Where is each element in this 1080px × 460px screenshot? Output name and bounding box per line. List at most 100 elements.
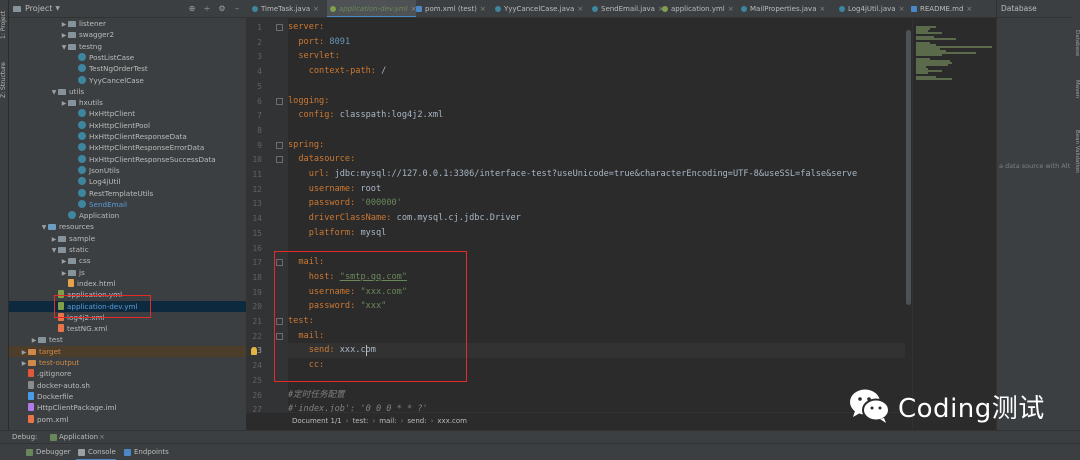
tree-item[interactable]: ▶ target	[9, 345, 246, 357]
tree-item[interactable]: HxHttpClientResponseSuccessData	[9, 154, 246, 165]
close-icon[interactable]: ×	[480, 5, 486, 13]
tab[interactable]: SendEmail.java ×	[589, 0, 664, 17]
tab-label: Log4jUtil.java	[848, 5, 896, 13]
fold-marker-icon[interactable]	[276, 97, 283, 105]
database-tool-tab[interactable]: Database	[1072, 30, 1080, 56]
line-number: 13	[252, 199, 262, 209]
fold-marker-icon[interactable]	[276, 141, 283, 149]
target-icon[interactable]: ⊕	[187, 4, 197, 14]
breadcrumb-item[interactable]: test:	[353, 417, 369, 425]
tree-item[interactable]: YyyCancelCase	[9, 75, 246, 86]
tree-item[interactable]: ▶ test-output	[9, 357, 246, 368]
breadcrumb-item[interactable]: send:	[407, 417, 426, 425]
tab[interactable]: TimeTask.java ×	[249, 0, 319, 17]
tab[interactable]: README.md ×	[908, 0, 972, 17]
line-number: 25	[252, 375, 262, 385]
tree-item[interactable]: RestTemplateUtils	[9, 188, 246, 199]
tree-item[interactable]: ▼ testng	[9, 41, 246, 52]
tree-item[interactable]: .gitignore	[9, 368, 246, 379]
project-tool-tab[interactable]: 1: Project	[0, 4, 9, 46]
tab[interactable]: application.yml ×	[659, 0, 734, 17]
tree-item[interactable]: ▶ js	[9, 267, 246, 278]
tree-item[interactable]: HxHttpClientResponseErrorData	[9, 142, 246, 153]
tree-item[interactable]: Dockerfile	[9, 391, 246, 402]
tree-item[interactable]: ▶ sample	[9, 233, 246, 244]
tree-item[interactable]: TestNgOrderTest	[9, 63, 246, 74]
tree-item[interactable]: ▶ css	[9, 255, 246, 266]
tab-debugger-label: Debugger	[36, 448, 71, 456]
tree-item[interactable]: HxHttpClient	[9, 108, 246, 119]
folder-icon	[38, 337, 46, 344]
tree-item-label: testng	[79, 41, 102, 51]
code-token: server:	[288, 22, 325, 32]
code-token: password:	[308, 198, 356, 209]
breadcrumb-item[interactable]: mail:	[379, 417, 396, 425]
code-line: servlet:	[288, 49, 912, 64]
breadcrumb-item[interactable]: Document 1/1	[292, 417, 342, 425]
tree-item-label: utils	[69, 86, 85, 96]
tab-endpoints[interactable]: Endpoints	[122, 444, 169, 460]
close-icon[interactable]: ×	[899, 5, 905, 13]
fold-marker-icon[interactable]	[276, 24, 283, 31]
tab-active[interactable]: application-dev.yml ×	[327, 0, 417, 17]
code-token: datasource:	[298, 154, 356, 165]
tab-debugger[interactable]: Debugger	[24, 444, 71, 460]
chevron-down-icon[interactable]: ▼	[55, 5, 60, 12]
tree-item[interactable]: JsonUtils	[9, 165, 246, 176]
database-panel-title[interactable]: Database	[997, 0, 1072, 18]
code-minimap[interactable]	[912, 18, 996, 430]
close-icon[interactable]: ×	[577, 5, 583, 13]
tree-item[interactable]: testNG.xml	[9, 323, 246, 334]
structure-tool-tab[interactable]: Z: Structure	[0, 56, 9, 104]
close-icon[interactable]: ×	[313, 5, 319, 13]
tree-item[interactable]: Application	[9, 210, 246, 221]
tree-item[interactable]: pom.xml	[9, 414, 246, 425]
tree-item[interactable]: ▼ static	[9, 244, 246, 255]
folder-icon	[68, 100, 76, 107]
tree-item-label: testNG.xml	[67, 324, 108, 334]
tab[interactable]: pom.xml (test) ×	[413, 0, 486, 17]
bean-validation-tool-tab[interactable]: Bean Validation	[1072, 130, 1080, 173]
breadcrumb-item[interactable]: xxx.com	[437, 417, 467, 425]
tree-item[interactable]: ▶ test	[9, 334, 246, 345]
tree-item[interactable]: index.html	[9, 278, 246, 289]
gear-icon[interactable]: ⚙	[217, 4, 227, 14]
debug-config-name[interactable]: Application	[59, 431, 98, 443]
fold-marker-icon[interactable]	[276, 156, 283, 164]
editor-scrollbar-thumb[interactable]	[906, 30, 911, 305]
close-icon[interactable]: ×	[820, 5, 826, 13]
tab[interactable]: Log4jUtil.java ×	[836, 0, 905, 17]
close-icon[interactable]: ×	[99, 431, 105, 443]
right-tool-stripe: Database Maven Bean Validation	[1072, 0, 1080, 430]
debug-tabs: Debugger Console Endpoints	[0, 443, 1080, 460]
tree-item[interactable]: Log4jUtil	[9, 176, 246, 187]
tree-item[interactable]: ▼ resources	[9, 221, 246, 232]
tree-item[interactable]: ▶ swagger2	[9, 29, 246, 40]
tree-item[interactable]: ▶ hxutils	[9, 97, 246, 108]
maven-tool-tab[interactable]: Maven	[1072, 80, 1080, 98]
tab-console[interactable]: Console	[76, 444, 116, 460]
tree-item[interactable]: ▶ listener	[9, 18, 246, 29]
lightbulb-icon[interactable]	[251, 347, 257, 356]
code-token: logging:	[288, 95, 330, 106]
tab[interactable]: MailProperties.java ×	[738, 0, 826, 17]
tree-item[interactable]: HttpClientPackage.iml	[9, 402, 246, 413]
collapse-icon[interactable]: ÷	[202, 4, 212, 14]
tab[interactable]: YyyCancelCase.java ×	[492, 0, 583, 17]
git-icon	[28, 369, 34, 378]
minimap-line	[916, 78, 952, 80]
tree-item[interactable]: docker-auto.sh	[9, 380, 246, 391]
tree-item[interactable]: SendEmail	[9, 199, 246, 210]
code-line: port: 8091	[288, 35, 912, 50]
tree-item[interactable]: ▼ utils	[9, 86, 246, 97]
close-icon[interactable]: ×	[728, 5, 734, 13]
close-icon[interactable]: ×	[966, 5, 972, 13]
console-icon	[78, 449, 85, 456]
hide-icon[interactable]: –	[232, 4, 242, 14]
tree-item[interactable]: HxHttpClientResponseData	[9, 131, 246, 142]
tree-item[interactable]: PostListCase	[9, 52, 246, 63]
tree-item[interactable]: HxHttpClientPool	[9, 120, 246, 131]
project-panel-title[interactable]: Project	[25, 4, 52, 13]
